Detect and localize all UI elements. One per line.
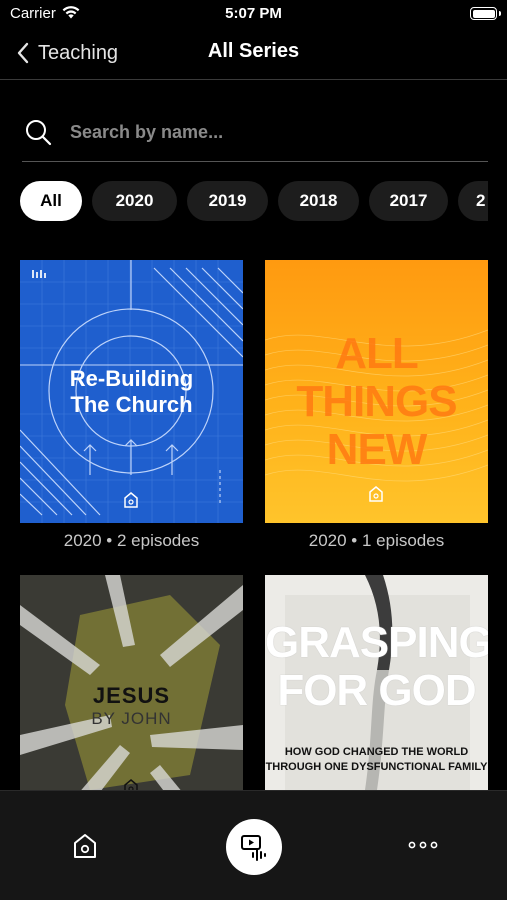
tab-media[interactable]	[169, 791, 338, 900]
media-icon	[240, 835, 266, 861]
series-title-line: Re-Building	[69, 366, 194, 391]
series-title-line: The Church	[70, 392, 193, 417]
series-title-line: ALL	[335, 329, 419, 378]
more-icon	[408, 841, 437, 849]
series-meta: 2020 • 1 episodes	[308, 531, 445, 550]
series-subtitle-line: THROUGH ONE DYSFUNCTIONAL FAMILY	[265, 761, 488, 773]
series-subtitle: HOW GOD CHANGED THE WORLD THROUGH ONE DY…	[265, 745, 488, 775]
series-card[interactable]: ALL THINGS NEW 2020 • 1 episodes	[265, 260, 488, 551]
series-subtitle-line: HOW GOD CHANGED THE WORLD	[284, 746, 469, 758]
series-title-line: NEW	[326, 425, 428, 474]
series-card[interactable]: Re-Building The Church 2020 • 2 episodes	[20, 260, 243, 551]
series-title: Re-Building The Church	[20, 366, 243, 418]
series-artwork: Re-Building The Church	[20, 260, 243, 523]
tab-bar	[0, 790, 507, 900]
series-title-line: GRASPING	[265, 618, 488, 667]
tab-more[interactable]	[338, 791, 507, 900]
series-meta: 2020 • 2 episodes	[63, 531, 200, 550]
church-logo-icon	[124, 492, 138, 508]
series-artwork: ALL THINGS NEW	[265, 260, 488, 523]
home-icon	[73, 834, 96, 858]
series-title-line: THINGS	[296, 377, 457, 426]
series-title: GRASPING FOR GOD	[265, 619, 488, 715]
series-title: JESUS	[92, 683, 171, 708]
series-title-line: FOR GOD	[277, 666, 476, 715]
series-title: ALL THINGS NEW	[265, 330, 488, 474]
tab-home[interactable]	[0, 791, 169, 900]
media-tab-active-indicator	[225, 819, 282, 875]
series-subtitle: BY JOHN	[91, 709, 172, 728]
church-logo-icon	[369, 486, 383, 502]
series-grid: Re-Building The Church 2020 • 2 episodes	[0, 0, 507, 900]
